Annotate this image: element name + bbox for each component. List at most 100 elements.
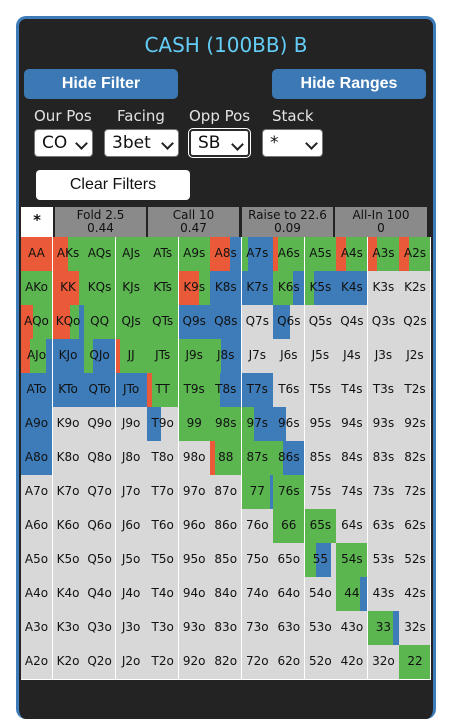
hand-cell[interactable]: T4o [147, 577, 180, 612]
hide-ranges-button[interactable]: Hide Ranges [272, 69, 426, 99]
hand-cell[interactable]: Q9s [178, 305, 211, 340]
hand-cell[interactable]: 32o [367, 645, 400, 680]
hand-cell[interactable]: 32s [399, 611, 432, 646]
hand-cell[interactable]: T7s [241, 373, 274, 408]
hand-cell[interactable]: 96s [273, 407, 306, 442]
hand-cell[interactable]: K3o [52, 611, 85, 646]
hand-cell[interactable]: Q2s [399, 305, 432, 340]
hand-cell[interactable]: J6s [273, 339, 306, 374]
hand-cell[interactable]: K4o [52, 577, 85, 612]
tab-fold[interactable]: Fold 2.5 0.44 [55, 207, 146, 237]
hand-cell[interactable]: J8o [115, 441, 148, 476]
tab-allin[interactable]: All-In 100 0 [335, 207, 427, 237]
hand-cell[interactable]: Q4o [84, 577, 117, 612]
hand-cell[interactable]: JTs [147, 339, 180, 374]
hand-cell[interactable]: K8o [52, 441, 85, 476]
hand-cell[interactable]: 73s [367, 475, 400, 510]
hand-cell[interactable]: 74o [241, 577, 274, 612]
hand-cell[interactable]: J8s [210, 339, 243, 374]
hand-cell[interactable]: 43o [336, 611, 369, 646]
hand-cell[interactable]: 87o [210, 475, 243, 510]
hand-cell[interactable]: A2o [21, 645, 54, 680]
tab-call[interactable]: Call 10 0.47 [148, 207, 239, 237]
hand-cell[interactable]: A7s [241, 237, 274, 272]
hand-cell[interactable]: 72o [241, 645, 274, 680]
hand-cell[interactable]: 95s [304, 407, 337, 442]
hand-cell[interactable]: QJs [115, 305, 148, 340]
hand-cell[interactable]: 83o [210, 611, 243, 646]
hand-cell[interactable]: Q2o [84, 645, 117, 680]
hand-cell[interactable]: AJs [115, 237, 148, 272]
hand-cell[interactable]: 44 [336, 577, 369, 612]
hand-cell[interactable]: Q5o [84, 543, 117, 578]
hand-cell[interactable]: J3o [115, 611, 148, 646]
hand-cell[interactable]: 96o [178, 509, 211, 544]
hand-cell[interactable]: A8o [21, 441, 54, 476]
hand-cell[interactable]: K4s [336, 271, 369, 306]
hand-cell[interactable]: 97s [241, 407, 274, 442]
hand-cell[interactable]: 42s [399, 577, 432, 612]
hide-filter-button[interactable]: Hide Filter [24, 69, 178, 99]
hand-cell[interactable]: ATs [147, 237, 180, 272]
hand-cell[interactable]: K9o [52, 407, 85, 442]
hand-cell[interactable]: 65s [304, 509, 337, 544]
stack-select[interactable]: * [262, 129, 323, 157]
hand-cell[interactable]: T6s [273, 373, 306, 408]
hand-cell[interactable]: AKo [21, 271, 54, 306]
hand-cell[interactable]: 77 [241, 475, 274, 510]
hand-cell[interactable]: QTs [147, 305, 180, 340]
hand-cell[interactable]: 53s [367, 543, 400, 578]
hand-cell[interactable]: 33 [367, 611, 400, 646]
hand-cell[interactable]: AQs [84, 237, 117, 272]
hand-cell[interactable]: A6s [273, 237, 306, 272]
hand-cell[interactable]: A3o [21, 611, 54, 646]
hand-cell[interactable]: K7o [52, 475, 85, 510]
hand-cell[interactable]: Q8s [210, 305, 243, 340]
hand-cell[interactable]: KTs [147, 271, 180, 306]
hand-cell[interactable]: 82o [210, 645, 243, 680]
hand-cell[interactable]: K5s [304, 271, 337, 306]
hand-cell[interactable]: 84s [336, 441, 369, 476]
hand-cell[interactable]: AJo [21, 339, 54, 374]
hand-cell[interactable]: 85o [210, 543, 243, 578]
hand-cell[interactable]: QJo [84, 339, 117, 374]
hand-cell[interactable]: K3s [367, 271, 400, 306]
hand-cell[interactable]: A8s [210, 237, 243, 272]
hand-cell[interactable]: 53o [304, 611, 337, 646]
hand-cell[interactable]: 75o [241, 543, 274, 578]
hand-cell[interactable]: 73o [241, 611, 274, 646]
hand-cell[interactable]: KTo [52, 373, 85, 408]
hand-cell[interactable]: 62s [399, 509, 432, 544]
hand-cell[interactable]: J9s [178, 339, 211, 374]
hand-cell[interactable]: 99 [178, 407, 211, 442]
hand-cell[interactable]: AQo [21, 305, 54, 340]
hand-cell[interactable]: T2s [399, 373, 432, 408]
hand-cell[interactable]: 43s [367, 577, 400, 612]
hand-cell[interactable]: KJo [52, 339, 85, 374]
hand-cell[interactable]: 94o [178, 577, 211, 612]
hand-cell[interactable]: 64o [273, 577, 306, 612]
hand-cell[interactable]: 63s [367, 509, 400, 544]
hand-cell[interactable]: J7o [115, 475, 148, 510]
facing-select[interactable]: 3bet [104, 129, 179, 157]
hand-cell[interactable]: 74s [336, 475, 369, 510]
clear-filters-button[interactable]: Clear Filters [36, 170, 190, 200]
hand-cell[interactable]: A9o [21, 407, 54, 442]
hand-cell[interactable]: Q6s [273, 305, 306, 340]
hand-cell[interactable]: 95o [178, 543, 211, 578]
hand-cell[interactable]: A4s [336, 237, 369, 272]
hand-cell[interactable]: J6o [115, 509, 148, 544]
hand-cell[interactable]: 55 [304, 543, 337, 578]
hand-cell[interactable]: Q7s [241, 305, 274, 340]
hand-cell[interactable]: K8s [210, 271, 243, 306]
hand-cell[interactable]: J4o [115, 577, 148, 612]
hand-cell[interactable]: A5o [21, 543, 54, 578]
hand-cell[interactable]: 94s [336, 407, 369, 442]
hand-cell[interactable]: A9s [178, 237, 211, 272]
hand-cell[interactable]: Q7o [84, 475, 117, 510]
hand-cell[interactable]: 76o [241, 509, 274, 544]
hand-cell[interactable]: 93o [178, 611, 211, 646]
hand-cell[interactable]: J9o [115, 407, 148, 442]
hand-cell[interactable]: ATo [21, 373, 54, 408]
hand-cell[interactable]: 63o [273, 611, 306, 646]
